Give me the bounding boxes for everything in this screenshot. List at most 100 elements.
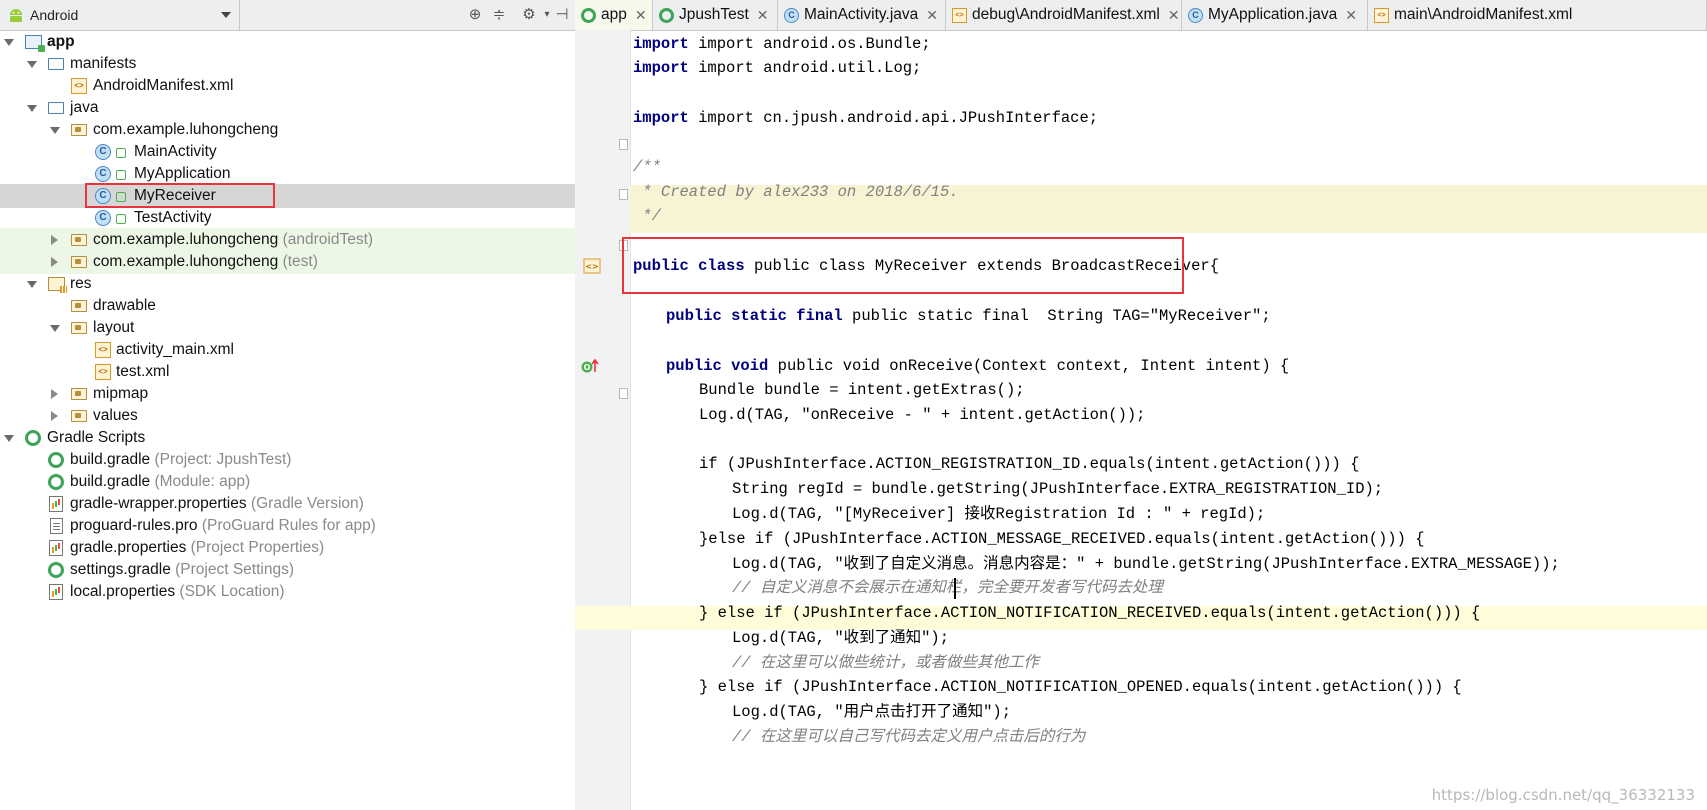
svg-text:<>: <>: [585, 262, 598, 271]
hide-panel-icon[interactable]: ⊣: [553, 6, 571, 24]
expand-arrow-icon[interactable]: [51, 235, 58, 245]
tree-item-values[interactable]: values: [0, 404, 624, 428]
close-icon[interactable]: ✕: [757, 7, 769, 24]
tree-label: test.xml: [116, 363, 170, 380]
tree-item-gradle-wrapper-properties[interactable]: gradle-wrapper.properties (Gradle Versio…: [0, 492, 624, 516]
tree-sublabel: (SDK Location): [179, 583, 285, 600]
expand-arrow-icon[interactable]: [51, 411, 58, 421]
code-line: }else if (JPushInterface.ACTION_MESSAGE_…: [699, 530, 1425, 548]
tab-mainactivity-java[interactable]: C MainActivity.java ✕: [778, 0, 946, 30]
lock-icon: [116, 214, 126, 224]
properties-icon: [49, 496, 63, 512]
tree-label: build.gradle: [70, 473, 151, 490]
tree-item-test-xml[interactable]: <> test.xml: [0, 360, 624, 384]
tree-item-testactivity[interactable]: C TestActivity: [0, 206, 624, 230]
tab-label: MyApplication.java: [1208, 6, 1338, 23]
tree-item-res[interactable]: res: [0, 272, 624, 296]
code-line: Log.d(TAG, "onReceive - " + intent.getAc…: [699, 406, 1146, 424]
xml-file-icon: <>: [1374, 7, 1389, 23]
collapse-icon[interactable]: ≑: [490, 6, 508, 24]
editor-tabs: app ✕ JpushTest ✕ C MainActivity.java ✕ …: [575, 0, 1707, 31]
close-icon[interactable]: ✕: [635, 7, 647, 24]
fold-marker-icon[interactable]: [619, 388, 628, 399]
tree-item-drawable[interactable]: drawable: [0, 294, 624, 318]
code-line: /**: [633, 158, 661, 176]
tree-label: com.example.luhongcheng: [93, 253, 279, 270]
tree-item-mipmap[interactable]: mipmap: [0, 382, 624, 406]
close-icon[interactable]: ✕: [1168, 7, 1180, 24]
project-panel: Android ⊕ ≑ ⚙ ▾ ⊣ app manifests <> Andro…: [0, 0, 625, 810]
expand-arrow-icon[interactable]: [51, 257, 58, 267]
override-method-icon[interactable]: O: [581, 358, 599, 374]
tree-label: proguard-rules.pro: [70, 517, 198, 534]
tab-myapplication-java[interactable]: C MyApplication.java ✕: [1182, 0, 1368, 30]
tree-item-package-test[interactable]: com.example.luhongcheng (test): [0, 250, 624, 274]
code-area[interactable]: <> O import import android.os.Bundle; im…: [575, 30, 1707, 810]
tree-item-local-properties[interactable]: local.properties (SDK Location): [0, 580, 624, 604]
lock-icon: [116, 170, 126, 180]
tree-sublabel: (Module: app): [154, 473, 251, 490]
tree-label: values: [93, 407, 138, 424]
module-folder-icon: [25, 35, 45, 52]
tree-label: java: [70, 99, 99, 116]
tree-item-androidmanifest[interactable]: <> AndroidManifest.xml: [0, 74, 624, 98]
gear-icon[interactable]: ⚙: [520, 6, 538, 24]
project-view-selector[interactable]: Android: [0, 0, 240, 30]
target-icon[interactable]: ⊕: [466, 6, 484, 24]
expand-arrow-icon[interactable]: [27, 281, 37, 288]
code-line: */: [633, 207, 661, 225]
text-file-icon: [50, 518, 63, 534]
tree-label: Gradle Scripts: [47, 429, 146, 446]
tree-item-gradle-properties[interactable]: gradle.properties (Project Properties): [0, 536, 624, 560]
tree-item-activity-main-xml[interactable]: <> activity_main.xml: [0, 338, 624, 362]
fold-marker-icon[interactable]: [619, 139, 628, 150]
class-icon: C: [95, 144, 111, 160]
tree-item-settings-gradle[interactable]: settings.gradle (Project Settings): [0, 558, 624, 582]
tree-label: TestActivity: [134, 209, 212, 226]
tree-item-manifests[interactable]: manifests: [0, 52, 624, 76]
code-line: public void public void onReceive(Contex…: [666, 357, 1290, 375]
tree-item-proguard-rules[interactable]: proguard-rules.pro (ProGuard Rules for a…: [0, 514, 624, 538]
code-line: // 自定义消息不会展示在通知栏，完全要开发者写代码去处理: [732, 579, 1163, 597]
tree-item-build-gradle-module[interactable]: build.gradle (Module: app): [0, 470, 624, 494]
android-icon: [10, 9, 22, 22]
gradle-icon: [48, 474, 64, 490]
tree-label: res: [70, 275, 92, 292]
gradle-icon: [48, 452, 64, 468]
tab-jpushtest[interactable]: JpushTest ✕: [653, 0, 778, 30]
tree-item-layout[interactable]: layout: [0, 316, 624, 340]
tab-main-manifest[interactable]: <> main\AndroidManifest.xml: [1368, 0, 1707, 30]
code-line: import import android.os.Bundle;: [633, 35, 931, 53]
tab-app[interactable]: app ✕: [575, 0, 653, 30]
tree-item-build-gradle-project[interactable]: build.gradle (Project: JpushTest): [0, 448, 624, 472]
tree-item-package-androidtest[interactable]: com.example.luhongcheng (androidTest): [0, 228, 624, 252]
tree-label: manifests: [70, 55, 137, 72]
tree-item-gradle-scripts[interactable]: Gradle Scripts: [0, 426, 624, 450]
gradle-icon: [581, 7, 596, 23]
folder-icon: [48, 102, 64, 114]
tree-label: AndroidManifest.xml: [93, 77, 234, 94]
expand-arrow-icon[interactable]: [4, 435, 14, 442]
fold-marker-icon[interactable]: [619, 189, 628, 200]
expand-arrow-icon[interactable]: [4, 39, 14, 46]
code-line: import import cn.jpush.android.api.JPush…: [633, 109, 1099, 127]
expand-arrow-icon[interactable]: [50, 325, 60, 332]
code-line: } else if (JPushInterface.ACTION_NOTIFIC…: [699, 678, 1462, 696]
receiver-class-icon[interactable]: <>: [583, 258, 601, 274]
tree-label: activity_main.xml: [116, 341, 234, 358]
close-icon[interactable]: ✕: [926, 7, 938, 24]
expand-arrow-icon[interactable]: [27, 61, 37, 68]
tree-item-java[interactable]: java: [0, 96, 624, 120]
tab-debug-manifest[interactable]: <> debug\AndroidManifest.xml ✕: [946, 0, 1182, 30]
project-toolbar: Android ⊕ ≑ ⚙ ▾ ⊣: [0, 0, 624, 31]
gradle-icon: [659, 7, 674, 23]
expand-arrow-icon[interactable]: [51, 389, 58, 399]
code-text: public static final String TAG="MyReceiv…: [852, 307, 1271, 325]
expand-arrow-icon[interactable]: [50, 127, 60, 134]
close-icon[interactable]: ✕: [1345, 7, 1357, 24]
expand-arrow-icon[interactable]: [27, 105, 37, 112]
tree-item-package[interactable]: com.example.luhongcheng: [0, 118, 624, 142]
tree-item-app[interactable]: app: [0, 30, 624, 54]
tree-item-mainactivity[interactable]: C MainActivity: [0, 140, 624, 164]
tab-label: JpushTest: [679, 6, 749, 23]
